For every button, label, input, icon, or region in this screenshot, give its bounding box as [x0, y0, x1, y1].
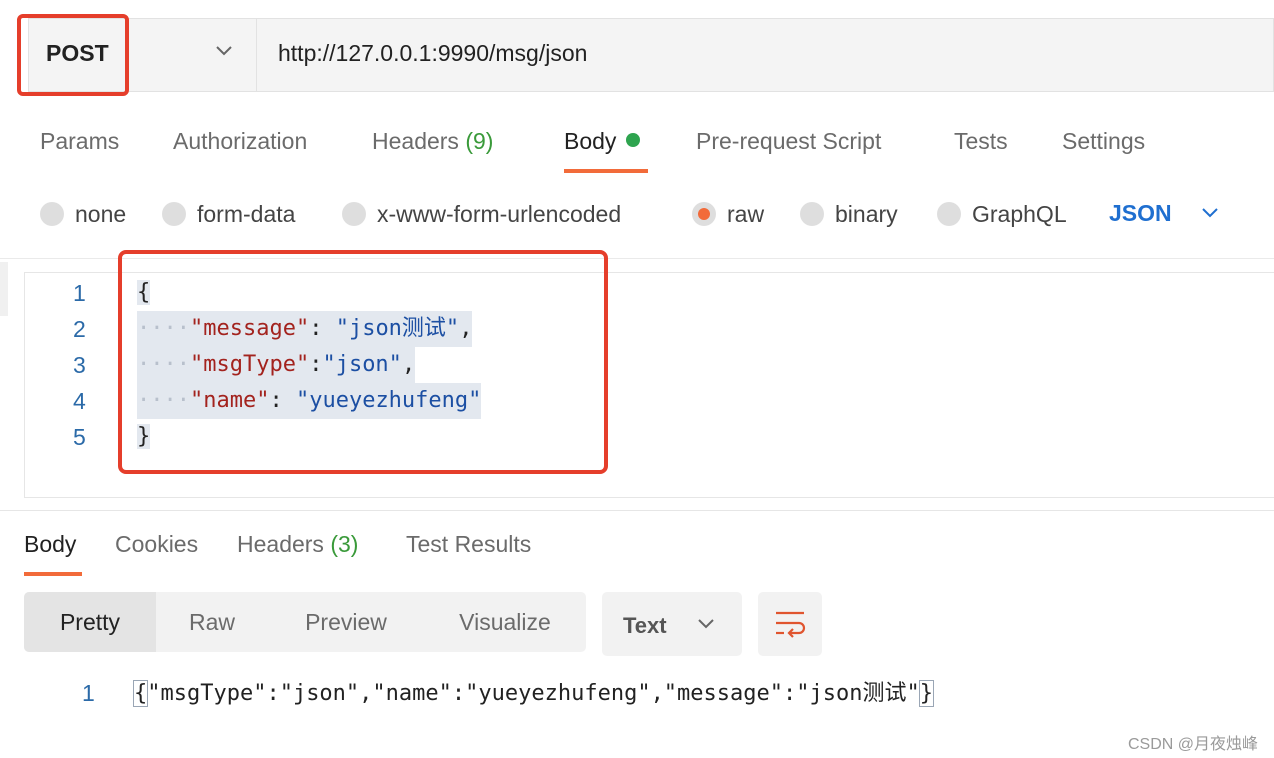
active-tab-indicator	[24, 572, 82, 576]
line-number: 3	[73, 352, 86, 378]
radio-none[interactable]: none	[40, 200, 126, 228]
tab-pre-request-script[interactable]: Pre-request Script	[696, 128, 881, 155]
line-number: 5	[73, 424, 86, 450]
chevron-down-icon[interactable]	[1200, 206, 1220, 220]
body-highlight-box	[118, 250, 608, 474]
code-brace: }	[918, 680, 935, 707]
wrap-lines-button[interactable]	[758, 592, 822, 656]
tab-tests[interactable]: Tests	[954, 128, 1008, 155]
method-highlight-box	[17, 14, 129, 96]
response-json: "msgType":"json","name":"yueyezhufeng","…	[147, 681, 920, 706]
radio-form-data[interactable]: form-data	[162, 200, 295, 228]
tab-settings[interactable]: Settings	[1062, 128, 1145, 155]
response-tab-headers-count: (3)	[330, 531, 359, 557]
tab-authorization[interactable]: Authorization	[173, 128, 307, 155]
divider	[0, 510, 1274, 511]
radio-circle[interactable]	[342, 202, 366, 226]
scrollbar[interactable]	[0, 262, 8, 316]
line-number: 1	[82, 680, 95, 706]
request-bar: POST http://127.0.0.1:9990/msg/json	[0, 0, 1274, 100]
response-view-switcher: Pretty Raw Preview Visualize	[24, 592, 586, 652]
response-tab-cookies[interactable]: Cookies	[115, 531, 198, 558]
response-format-select[interactable]: Text	[602, 592, 742, 656]
chevron-down-icon[interactable]	[214, 44, 234, 58]
url-text[interactable]: http://127.0.0.1:9990/msg/json	[278, 40, 587, 67]
radio-raw-label: raw	[727, 200, 765, 227]
wrap-lines-icon	[776, 611, 806, 638]
radio-form-data-label: form-data	[197, 200, 296, 227]
response-tab-headers[interactable]: Headers (3)	[237, 531, 358, 558]
radio-graphql[interactable]: GraphQL	[937, 200, 1067, 228]
radio-none-label: none	[75, 200, 127, 227]
radio-binary[interactable]: binary	[800, 200, 898, 228]
view-preview-button[interactable]: Preview	[280, 592, 412, 652]
radio-binary-label: binary	[835, 200, 898, 227]
view-pretty-button[interactable]: Pretty	[24, 592, 156, 652]
radio-graphql-label: GraphQL	[972, 200, 1067, 227]
tab-params[interactable]: Params	[40, 128, 119, 155]
view-visualize-button[interactable]: Visualize	[442, 592, 568, 652]
tab-headers[interactable]: Headers (9)	[372, 128, 493, 155]
tab-headers-label: Headers	[372, 128, 459, 154]
radio-x-www-form-urlencoded[interactable]: x-www-form-urlencoded	[342, 200, 621, 228]
active-tab-indicator	[564, 169, 648, 173]
response-format-label: Text	[623, 613, 667, 638]
response-body-text: {"msgType":"json","name":"yueyezhufeng",…	[132, 678, 935, 710]
line-number: 4	[73, 388, 86, 414]
radio-circle[interactable]	[162, 202, 186, 226]
radio-raw[interactable]: raw	[692, 200, 764, 228]
line-number: 1	[73, 280, 86, 306]
tab-body[interactable]: Body	[564, 128, 641, 155]
chevron-down-icon	[698, 619, 714, 629]
response-tab-test-results[interactable]: Test Results	[406, 531, 531, 558]
line-number: 2	[73, 316, 86, 342]
radio-urlencoded-label: x-www-form-urlencoded	[377, 200, 622, 227]
tab-headers-count: (9)	[465, 128, 494, 154]
radio-circle-checked[interactable]	[692, 202, 716, 226]
radio-circle[interactable]	[937, 202, 961, 226]
response-tab-body[interactable]: Body	[24, 531, 76, 558]
view-raw-button[interactable]: Raw	[156, 592, 268, 652]
radio-circle[interactable]	[40, 202, 64, 226]
language-select[interactable]: JSON	[1109, 200, 1172, 227]
response-tab-headers-label: Headers	[237, 531, 324, 557]
tab-body-label: Body	[564, 128, 617, 154]
watermark: CSDN @月夜烛峰	[1127, 736, 1258, 753]
code-brace: {	[132, 680, 149, 707]
body-status-dot	[626, 133, 641, 147]
radio-circle[interactable]	[800, 202, 824, 226]
